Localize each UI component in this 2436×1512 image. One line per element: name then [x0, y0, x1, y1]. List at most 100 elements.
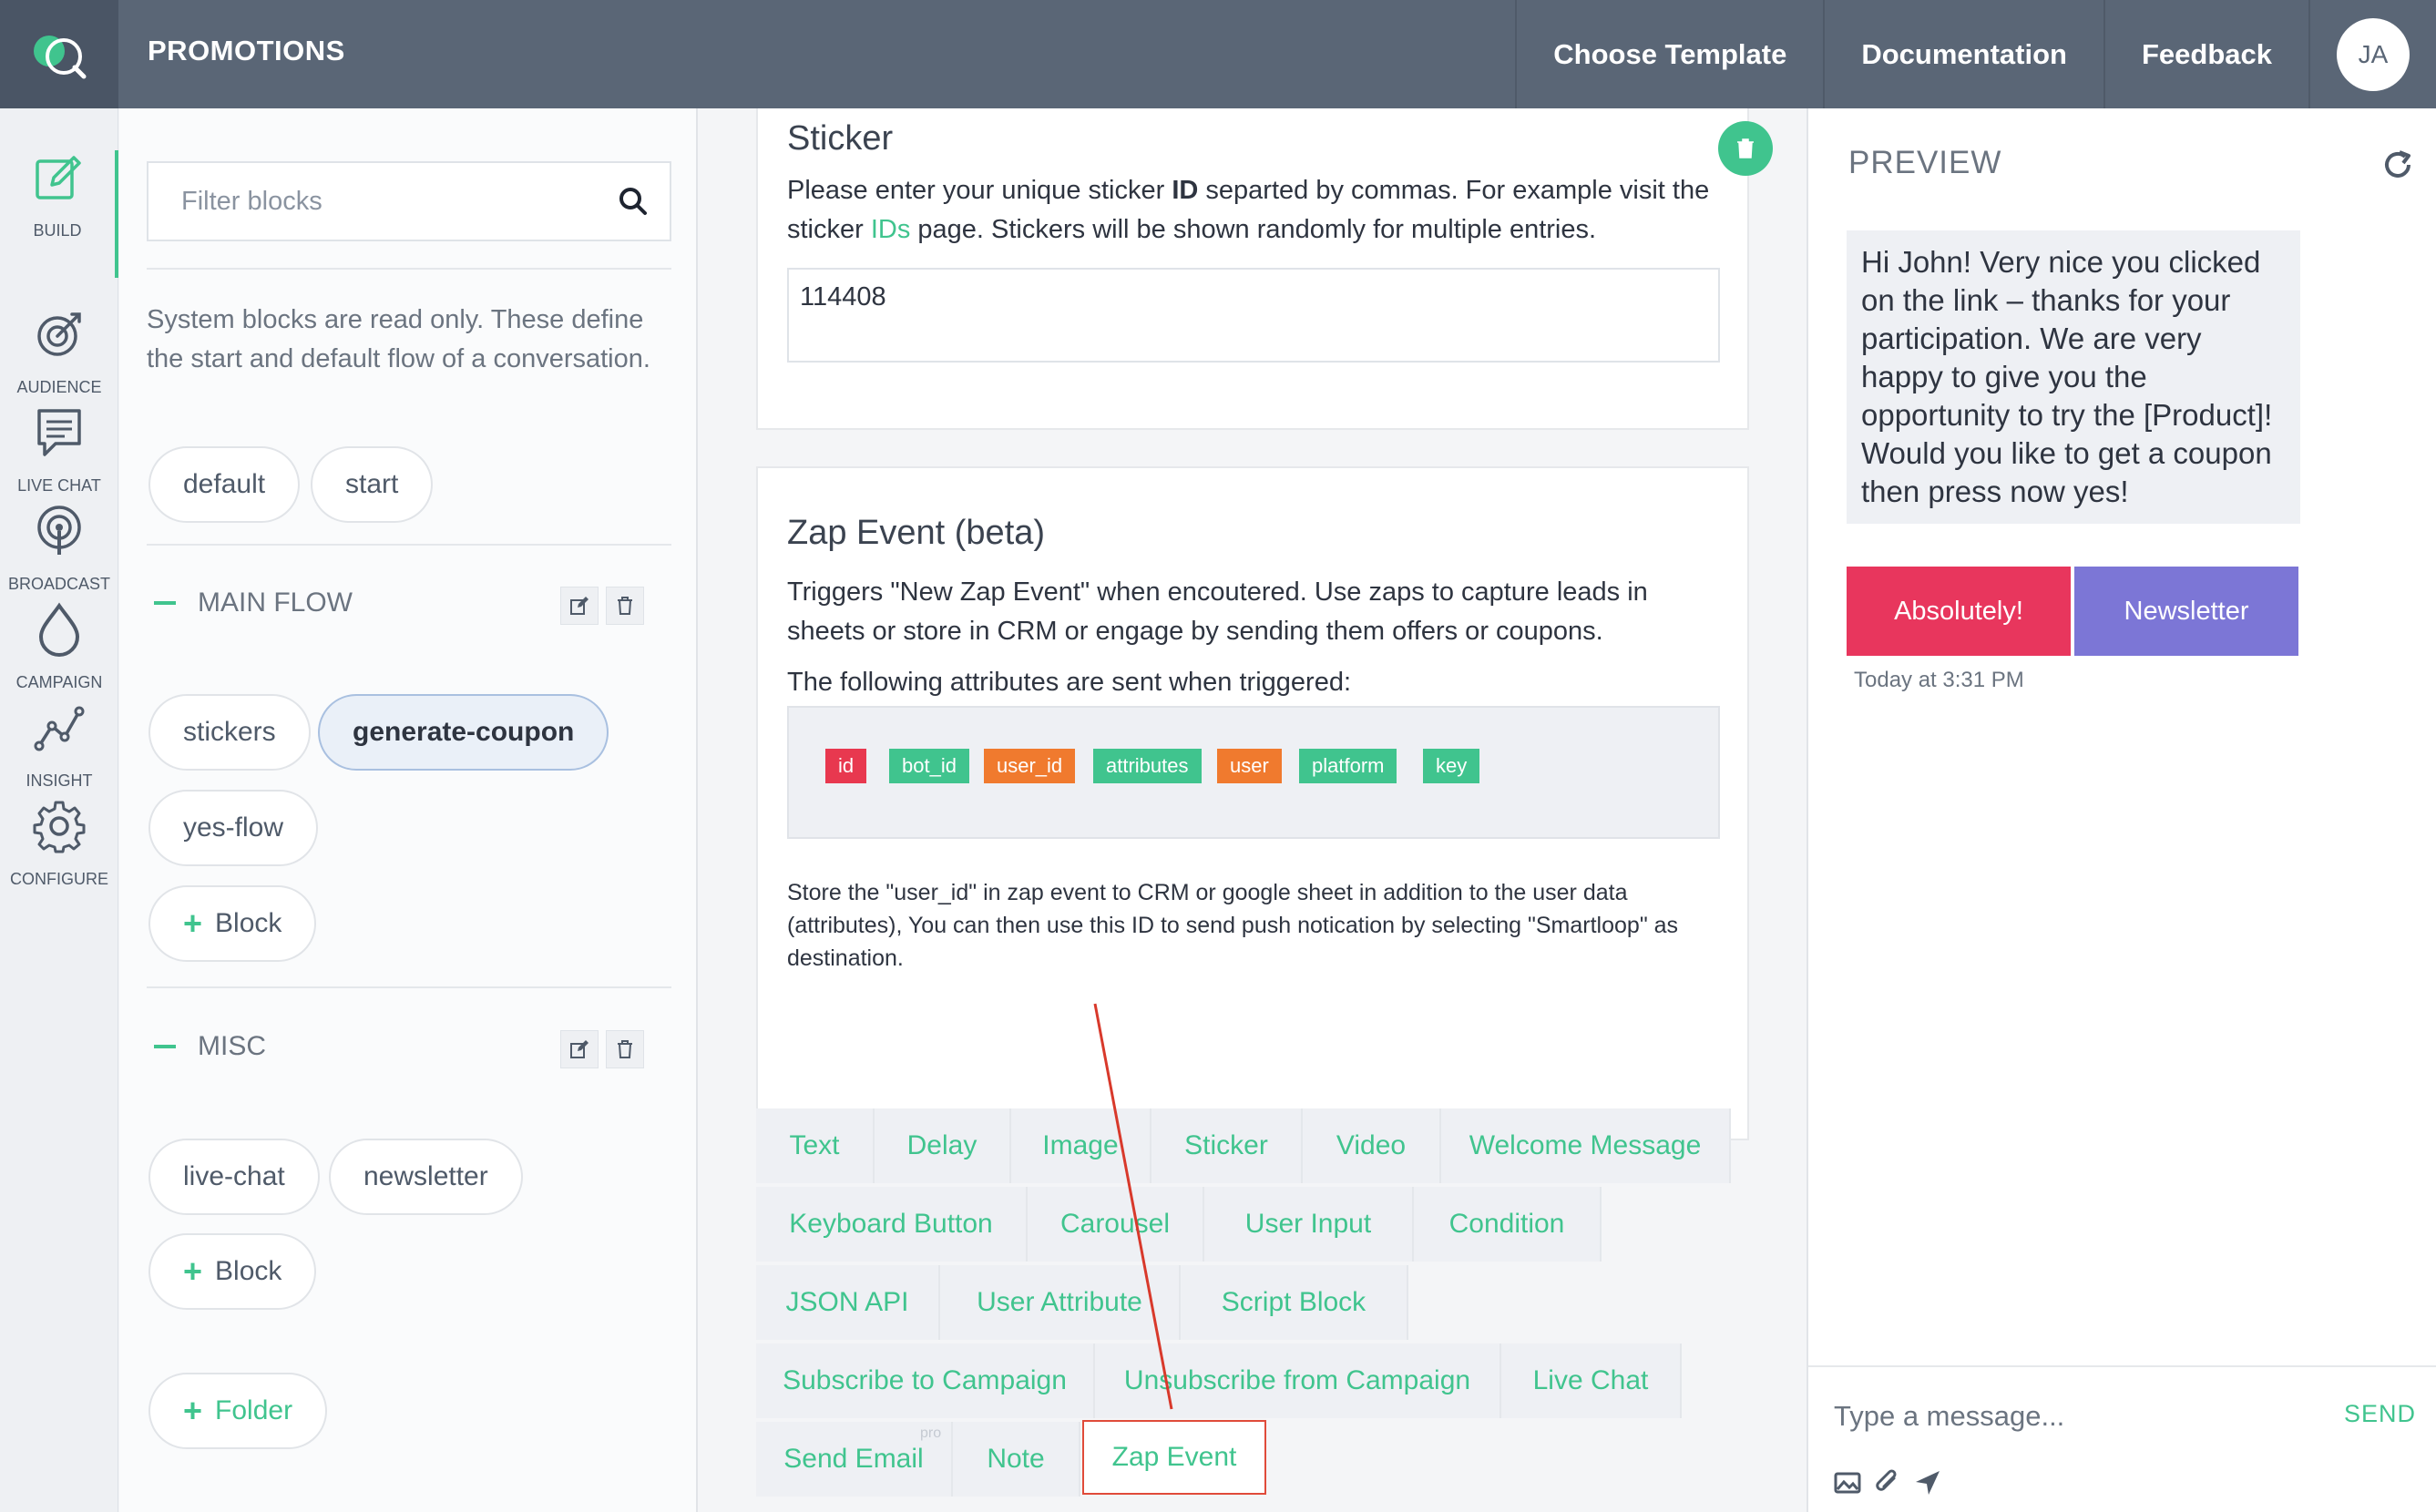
app-logo[interactable] — [0, 0, 118, 108]
avatar[interactable]: JA — [2337, 17, 2410, 91]
ids-link[interactable]: IDs — [871, 215, 911, 244]
add-video-button[interactable]: Video — [1303, 1108, 1441, 1183]
attribute-tag: id — [825, 749, 867, 783]
edit-folder-button[interactable] — [560, 587, 599, 625]
rail-label: INSIGHT — [26, 771, 93, 790]
block-stickers[interactable]: stickers — [148, 694, 311, 771]
refresh-icon[interactable] — [2381, 148, 2414, 181]
add-keyboard-button-button[interactable]: Keyboard Button — [756, 1187, 1028, 1262]
add-note-button[interactable]: Note — [953, 1422, 1080, 1497]
documentation-link[interactable]: Documentation — [1823, 0, 2103, 108]
blocks-panel: System blocks are read only. These defin… — [119, 108, 698, 1512]
zap-event-card: Zap Event (beta) Triggers "New Zap Event… — [756, 466, 1749, 1140]
add-sticker-button[interactable]: Sticker — [1151, 1108, 1303, 1183]
filter-blocks-field[interactable] — [147, 161, 671, 241]
add-welcome-message-button[interactable]: Welcome Message — [1441, 1108, 1731, 1183]
sticker-card-description: Please enter your unique sticker ID sepa… — [787, 176, 1710, 244]
rail-label: LIVE CHAT — [17, 476, 101, 495]
rail-label: AUDIENCE — [16, 378, 102, 396]
add-live-chat-button[interactable]: Live Chat — [1501, 1343, 1682, 1418]
main-flow-title: MAIN FLOW — [198, 587, 353, 618]
add-folder-button[interactable]: + Folder — [148, 1373, 328, 1449]
trash-icon — [618, 597, 632, 615]
block-default[interactable]: default — [148, 446, 301, 523]
bot-message-bubble: Hi John! Very nice you clicked on the li… — [1847, 230, 2300, 524]
user-menu[interactable]: JA — [2308, 0, 2436, 108]
rail-label: CAMPAIGN — [15, 673, 103, 691]
rail-item-campaign[interactable]: CAMPAIGN — [0, 602, 118, 692]
location-icon[interactable] — [1914, 1469, 1941, 1497]
add-script-block-button[interactable]: Script Block — [1181, 1265, 1408, 1340]
attribute-tag: user_id — [984, 749, 1076, 783]
rail-item-live-chat[interactable]: LIVE CHAT — [0, 405, 118, 495]
add-image-button[interactable]: Image — [1011, 1108, 1151, 1183]
rail-label: CONFIGURE — [10, 870, 108, 888]
collapse-icon[interactable] — [154, 1045, 176, 1048]
target-icon — [37, 312, 81, 356]
attribute-tag: key — [1423, 749, 1480, 783]
add-delay-button[interactable]: Delay — [875, 1108, 1011, 1183]
add-subscribe-campaign-button[interactable]: Subscribe to Campaign — [756, 1343, 1095, 1418]
add-unsubscribe-campaign-button[interactable]: Unsubscribe from Campaign — [1095, 1343, 1501, 1418]
icon-rail: BUILD AUDIENCE LIVE CHAT BROADCAST CAMPA… — [0, 108, 118, 1512]
image-icon[interactable] — [1834, 1469, 1861, 1497]
attribute-tag: platform — [1299, 749, 1397, 783]
insight-icon — [34, 706, 85, 751]
edit-icon — [36, 156, 81, 199]
preview-panel: PREVIEW Hi John! Very nice you clicked o… — [1807, 108, 2436, 1512]
block-yes-flow[interactable]: yes-flow — [148, 790, 319, 866]
rail-item-configure[interactable]: CONFIGURE — [0, 799, 118, 889]
message-composer: SEND — [1808, 1365, 2436, 1512]
delete-folder-button[interactable] — [606, 587, 644, 625]
misc-header[interactable]: MISC — [154, 1031, 266, 1062]
trash-icon — [1737, 138, 1754, 158]
misc-title: MISC — [198, 1031, 266, 1061]
sticker-id-input[interactable]: 114408 — [787, 268, 1720, 363]
rail-label: BROADCAST — [7, 575, 111, 593]
trash-icon — [618, 1040, 632, 1058]
add-user-input-button[interactable]: User Input — [1204, 1187, 1414, 1262]
top-bar: PROMOTIONS Choose Template Documentation… — [0, 0, 2436, 108]
add-condition-button[interactable]: Condition — [1414, 1187, 1602, 1262]
feedback-link[interactable]: Feedback — [2103, 0, 2308, 108]
message-input[interactable] — [1834, 1389, 2308, 1444]
add-carousel-button[interactable]: Carousel — [1028, 1187, 1204, 1262]
chat-icon — [37, 409, 81, 456]
divider — [147, 268, 671, 270]
edit-icon — [570, 597, 589, 615]
attachment-icon[interactable] — [1874, 1469, 1901, 1497]
block-generate-coupon[interactable]: generate-coupon — [318, 694, 609, 771]
block-start[interactable]: start — [311, 446, 434, 523]
divider — [147, 544, 671, 546]
rail-item-broadcast[interactable]: BROADCAST — [0, 504, 118, 594]
rail-item-build[interactable]: BUILD — [0, 150, 118, 278]
block-live-chat[interactable]: live-chat — [148, 1139, 320, 1215]
delete-folder-button[interactable] — [606, 1030, 644, 1068]
main-flow-header[interactable]: MAIN FLOW — [154, 587, 353, 618]
message-timestamp: Today at 3:31 PM — [1854, 668, 2024, 692]
add-user-attribute-button[interactable]: User Attribute — [940, 1265, 1181, 1340]
rail-label: BUILD — [33, 221, 82, 240]
rail-item-audience[interactable]: AUDIENCE — [0, 307, 118, 397]
block-newsletter[interactable]: newsletter — [329, 1139, 523, 1215]
zap-card-description: Triggers "New Zap Event" when encoutered… — [787, 577, 1648, 646]
absolutely-button[interactable]: Absolutely! — [1847, 567, 2071, 656]
send-button[interactable]: SEND — [2344, 1400, 2416, 1428]
sticker-card-title: Sticker — [787, 119, 894, 158]
search-icon[interactable] — [619, 187, 648, 216]
edit-folder-button[interactable] — [560, 1030, 599, 1068]
add-json-api-button[interactable]: JSON API — [756, 1265, 940, 1340]
pro-badge: pro — [920, 1425, 942, 1441]
choose-template-link[interactable]: Choose Template — [1515, 0, 1823, 108]
add-zap-event-button[interactable]: Zap Event — [1082, 1420, 1266, 1495]
add-block-button[interactable]: + Block — [148, 885, 317, 962]
rail-item-insight[interactable]: INSIGHT — [0, 700, 118, 791]
top-nav: Choose Template Documentation Feedback J… — [1515, 0, 2436, 108]
add-text-button[interactable]: Text — [756, 1108, 875, 1183]
delete-card-button[interactable] — [1718, 121, 1773, 176]
system-blocks-note: System blocks are read only. These defin… — [147, 305, 650, 373]
collapse-icon[interactable] — [154, 601, 176, 605]
newsletter-button[interactable]: Newsletter — [2074, 567, 2298, 656]
add-block-button[interactable]: + Block — [148, 1233, 317, 1310]
filter-blocks-input[interactable] — [148, 163, 604, 240]
